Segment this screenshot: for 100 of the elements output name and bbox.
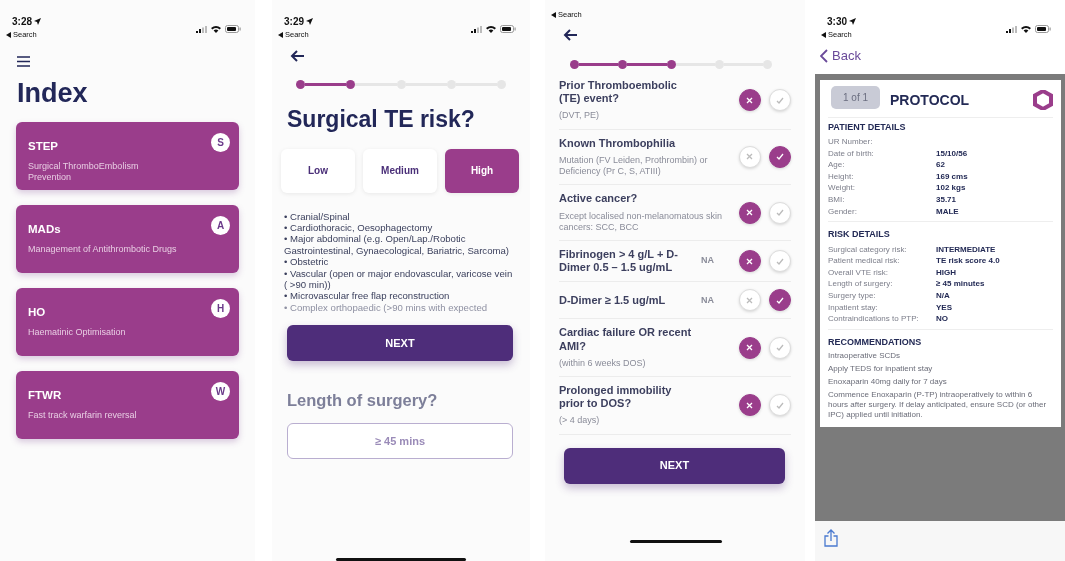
check-icon — [776, 209, 784, 217]
recommendation-text: Intraoperative SCDs — [828, 351, 902, 362]
section-heading: PATIENT DETAILS — [828, 120, 907, 134]
check-icon — [776, 401, 784, 409]
detail-label: UR Number: — [828, 136, 874, 148]
card-title: HO — [28, 305, 46, 321]
card-title: FTWR — [28, 388, 62, 404]
detail-label: Date of birth: — [828, 147, 875, 160]
battery-icon — [1035, 25, 1051, 33]
detail-label: Weight: — [828, 182, 856, 194]
detail-value: HIGH — [936, 266, 956, 279]
no-button[interactable] — [739, 394, 761, 417]
no-button[interactable] — [739, 89, 761, 112]
status-time: 3:28 — [12, 15, 32, 29]
yes-button[interactable] — [769, 145, 791, 168]
signal-icon — [471, 25, 482, 33]
card-description: Management of Antithrombotic Drugs — [28, 244, 178, 256]
question-note: Mutation (FV Leiden, Prothrombin) or Deficiency (Pr C, S, ATIII) — [559, 154, 709, 178]
x-icon — [746, 296, 754, 304]
question-label: Fibrinogen > 4 g/L + D-Dimer 0.5 – 1.5 ug/mL — [559, 248, 679, 275]
card-title: STEP — [28, 139, 59, 155]
question-note: (> 4 days) — [559, 415, 601, 427]
back-link[interactable]: Back — [832, 46, 861, 66]
detail-value: N/A — [936, 290, 950, 302]
battery-icon — [500, 25, 516, 33]
page-title: Index — [17, 77, 89, 110]
letter-badge: S — [211, 133, 230, 153]
x-icon — [746, 344, 754, 352]
bullet-item: • Complex orthopaedic (>90 mins with expected — [284, 301, 489, 314]
check-icon — [776, 296, 784, 304]
x-icon — [746, 401, 754, 409]
detail-label: Gender: — [828, 205, 858, 218]
detail-value: 169 cms — [936, 170, 968, 183]
back-arrow-icon[interactable] — [290, 50, 305, 62]
detail-value: 102 kgs — [936, 182, 966, 194]
bullet-item: • Obstetric — [284, 256, 330, 268]
risk-option[interactable]: Medium — [363, 148, 437, 193]
detail-value: INTERMEDIATE — [936, 243, 996, 256]
question-label: Prolonged immobility prior to DOS? — [559, 384, 673, 411]
back-arrow-icon[interactable] — [563, 29, 578, 41]
bullet-item: • Major abdominal (e.g. Open/Lap./Robotic Gastrointestinal, Gynaecological, Bariatric, Sarcoma) — [284, 233, 510, 257]
menu-card[interactable]: STEP Surgical ThromboEmbolism Prevention S — [16, 122, 239, 191]
risk-option[interactable]: Low — [281, 148, 355, 193]
not-applicable-label: NA — [701, 293, 715, 307]
signal-icon — [196, 25, 207, 33]
back-triangle-icon[interactable] — [551, 11, 556, 18]
back-triangle-icon[interactable] — [278, 31, 283, 38]
card-description: Fast track warfarin reversal — [28, 410, 138, 422]
detail-label: Overall VTE risk: — [828, 266, 889, 279]
question-label: Active cancer? — [559, 192, 639, 206]
hexagon-logo-icon — [1033, 90, 1053, 110]
detail-label: Patient medical risk: — [828, 255, 901, 267]
check-icon — [776, 344, 784, 352]
question-label: Prior Thromboembolic (TE) event? — [559, 79, 678, 106]
bullet-item: • Microvascular free flap reconstruction — [284, 290, 451, 302]
not-applicable-label: NA — [701, 254, 715, 268]
location-arrow-icon — [306, 18, 313, 25]
detail-label: Surgical category risk: — [828, 243, 908, 256]
detail-value: NO — [936, 313, 948, 325]
status-time: 3:30 — [827, 15, 847, 29]
location-arrow-icon — [849, 18, 856, 25]
detail-label: Contraindications to PTP: — [828, 313, 920, 325]
detail-value: 15/10/56 — [936, 147, 968, 160]
no-button[interactable] — [739, 336, 761, 359]
chevron-left-icon[interactable] — [820, 48, 828, 63]
next-button[interactable]: NEXT — [287, 325, 513, 362]
check-icon — [776, 257, 784, 265]
risk-option[interactable]: High — [445, 148, 519, 193]
check-icon — [776, 96, 784, 104]
next-button[interactable]: NEXT — [564, 447, 785, 484]
detail-value: MALE — [936, 205, 959, 218]
question-note: (DVT, PE) — [559, 110, 600, 122]
share-icon[interactable] — [824, 529, 838, 547]
detail-label: BMI: — [828, 193, 846, 206]
battery-icon — [225, 25, 241, 33]
location-arrow-icon — [34, 18, 41, 25]
detail-value: 35.71 — [936, 193, 957, 206]
letter-badge: A — [211, 216, 230, 236]
question-title: Surgical TE risk? — [287, 105, 476, 134]
no-button[interactable] — [739, 250, 761, 273]
detail-label: Age: — [828, 159, 846, 171]
menu-card[interactable]: MADs Management of Antithrombotic Drugs A — [16, 205, 239, 274]
back-triangle-icon[interactable] — [821, 31, 826, 38]
card-description: Surgical ThromboEmbolism Prevention — [28, 161, 140, 183]
detail-label: Height: — [828, 170, 855, 183]
menu-card[interactable]: HO Haematinic Optimisation H — [16, 288, 239, 357]
menu-icon[interactable] — [17, 56, 30, 67]
detail-value: ≥ 45 minutes — [936, 278, 985, 291]
wifi-icon — [1021, 25, 1031, 33]
back-triangle-icon[interactable] — [6, 31, 11, 38]
detail-value: 62 — [936, 159, 945, 171]
detail-label: Surgery type: — [828, 290, 877, 302]
no-button[interactable] — [739, 201, 761, 224]
menu-card[interactable]: FTWR Fast track warfarin reversal W — [16, 371, 239, 440]
question-title: Length of surgery? — [287, 390, 439, 412]
recommendation-text: Apply TEDS for inpatient stay — [828, 364, 934, 375]
question-note: (within 6 weeks DOS) — [559, 357, 647, 369]
recommendation-text: Enoxaparin 40mg daily for 7 days — [828, 377, 948, 388]
yes-button[interactable] — [769, 289, 791, 312]
question-label: D-Dimer ≥ 1.5 ug/mL — [559, 293, 667, 307]
